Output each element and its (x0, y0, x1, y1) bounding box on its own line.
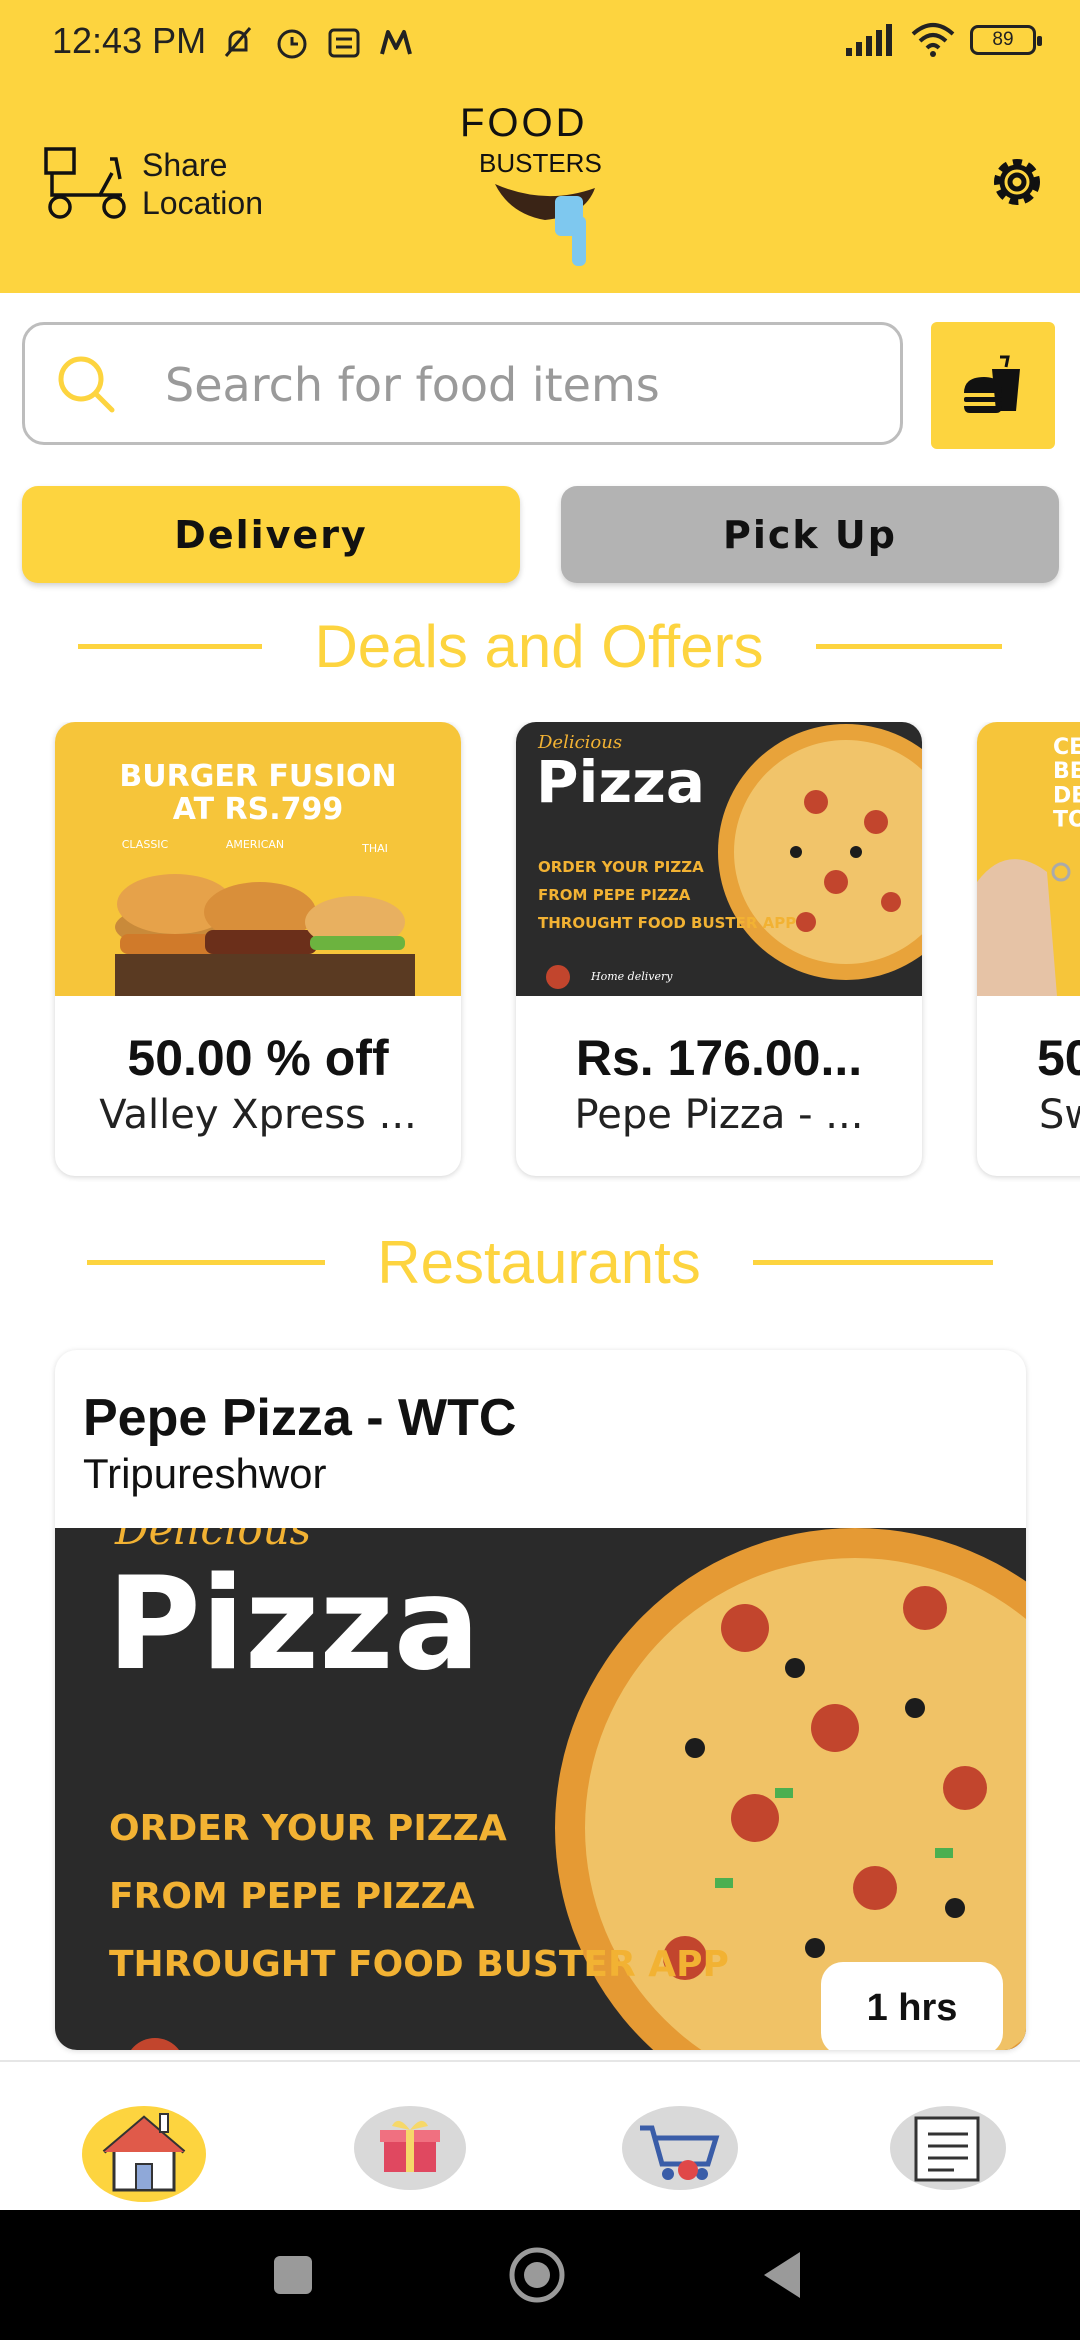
deal-card[interactable]: Delicious Pizza ORDER YOUR PIZZA FROM PE… (516, 722, 922, 1176)
pickup-toggle[interactable]: Pick Up (561, 486, 1059, 583)
status-bar: 12:43 PM 89 (0, 0, 1080, 86)
restaurant-image-line: FROM PEPE PIZZA (109, 1876, 475, 1917)
deal-restaurant: Pepe Pizza - ... (574, 1092, 864, 1138)
title-divider-right (815, 644, 1002, 649)
recents-button[interactable] (272, 2240, 314, 2315)
app-header: 12:43 PM 89 Share Location FOOD BUSTERS (0, 0, 1080, 293)
deal-image-line: THROUGHT FOOD BUSTER APP (538, 914, 796, 932)
search-icon (57, 355, 117, 420)
share-location-button[interactable]: Share Location (40, 145, 282, 223)
status-icons-right: 89 (844, 22, 1042, 58)
title-divider-left (78, 644, 263, 649)
circle-home-icon (509, 2247, 565, 2303)
signal-icon (846, 24, 892, 56)
mute-bell-icon (224, 27, 252, 57)
nav-cart[interactable] (618, 2092, 748, 2202)
deals-carousel[interactable]: BURGER FUSION AT RS.799 CLASSIC AMERICAN … (0, 722, 1080, 1182)
logo-line2: BUSTERS (479, 148, 602, 178)
deal-image-title: Pizza (536, 748, 705, 816)
restaurant-card[interactable]: Pepe Pizza - WTC Tripureshwor Delicious … (55, 1350, 1026, 2050)
restaurants-section-title: Restaurants (0, 1228, 1080, 1297)
nav-orders[interactable] (884, 2092, 1014, 2202)
delivery-time-badge: 1 hrs (821, 1962, 1003, 2050)
restaurant-image-line: ORDER YOUR PIZZA (109, 1808, 507, 1849)
burger-drink-icon (964, 355, 1020, 413)
deal-image-burger: BURGER FUSION AT RS.799 CLASSIC AMERICAN … (55, 722, 461, 996)
deal-image-line: FROM PEPE PIZZA (538, 886, 691, 904)
search-bar[interactable] (22, 322, 903, 445)
deal-image-footer: Home delivery (590, 970, 673, 983)
restaurant-image-title: Pizza (107, 1550, 480, 1699)
nav-offers[interactable] (350, 2092, 480, 2202)
wifi-icon (911, 23, 955, 57)
deal-restaurant: Sw (1039, 1092, 1080, 1138)
deal-card[interactable]: CEBEDETO 50 Sw (977, 722, 1080, 1176)
message-icon (328, 28, 360, 58)
status-icons-left (218, 22, 420, 62)
deal-image-pizza: Delicious Pizza ORDER YOUR PIZZA FROM PE… (516, 722, 922, 996)
title-divider-left (87, 1260, 326, 1265)
food-busters-logo: FOOD BUSTERS (455, 96, 630, 268)
gear-icon (994, 159, 1040, 205)
restaurant-image-line: THROUGHT FOOD BUSTER APP (109, 1944, 729, 1985)
deal-restaurant: Valley Xpress ... (99, 1092, 417, 1138)
deal-image-partial: CE BE DE TO (977, 722, 1080, 996)
deal-sublabel: CLASSIC (122, 838, 169, 851)
scooter-delivery-icon (44, 147, 126, 219)
back-button[interactable] (758, 2240, 804, 2315)
alarm-icon (277, 29, 307, 59)
search-input[interactable] (165, 355, 865, 415)
logo-graphic: FOOD BUSTERS (460, 101, 602, 266)
square-icon (274, 2256, 312, 2294)
system-navigation-bar (0, 2210, 1080, 2340)
logo-line1: FOOD (460, 101, 588, 145)
settings-button[interactable] (985, 150, 1049, 219)
battery-indicator: 89 (970, 25, 1042, 55)
deal-image-line: ORDER YOUR PIZZA (538, 858, 704, 876)
app-m-icon (380, 30, 412, 55)
home-icon (82, 2106, 206, 2202)
deal-value: 50.00 % off (127, 1030, 389, 1086)
deals-title: Deals and Offers (314, 613, 764, 680)
deal-value: Rs. 176.00... (575, 1030, 863, 1086)
deal-card[interactable]: BURGER FUSION AT RS.799 CLASSIC AMERICAN … (55, 722, 461, 1176)
home-system-button[interactable] (506, 2240, 568, 2315)
share-location-label: Share Location (142, 147, 263, 221)
restaurant-location: Tripureshwor (83, 1450, 327, 1497)
restaurants-title: Restaurants (377, 1229, 701, 1296)
deals-section-title: Deals and Offers (0, 612, 1080, 681)
food-menu-button[interactable] (931, 322, 1055, 449)
status-time: 12:43 PM (52, 20, 207, 61)
restaurant-name: Pepe Pizza - WTC (83, 1389, 517, 1447)
deal-image-text: CE BE DE TO (1053, 735, 1080, 833)
deal-sublabel: AMERICAN (226, 838, 284, 851)
deal-value: 50 (1037, 1030, 1080, 1086)
nav-home[interactable] (82, 2092, 212, 2202)
delivery-toggle[interactable]: Delivery (22, 486, 520, 583)
deal-sublabel: THAI (361, 842, 388, 855)
gift-icon (354, 2106, 466, 2190)
title-divider-right (752, 1260, 993, 1265)
cart-icon (622, 2106, 738, 2190)
orders-list-icon (890, 2106, 1006, 2190)
triangle-back-icon (764, 2252, 800, 2298)
bottom-navigation (0, 2060, 1080, 2210)
